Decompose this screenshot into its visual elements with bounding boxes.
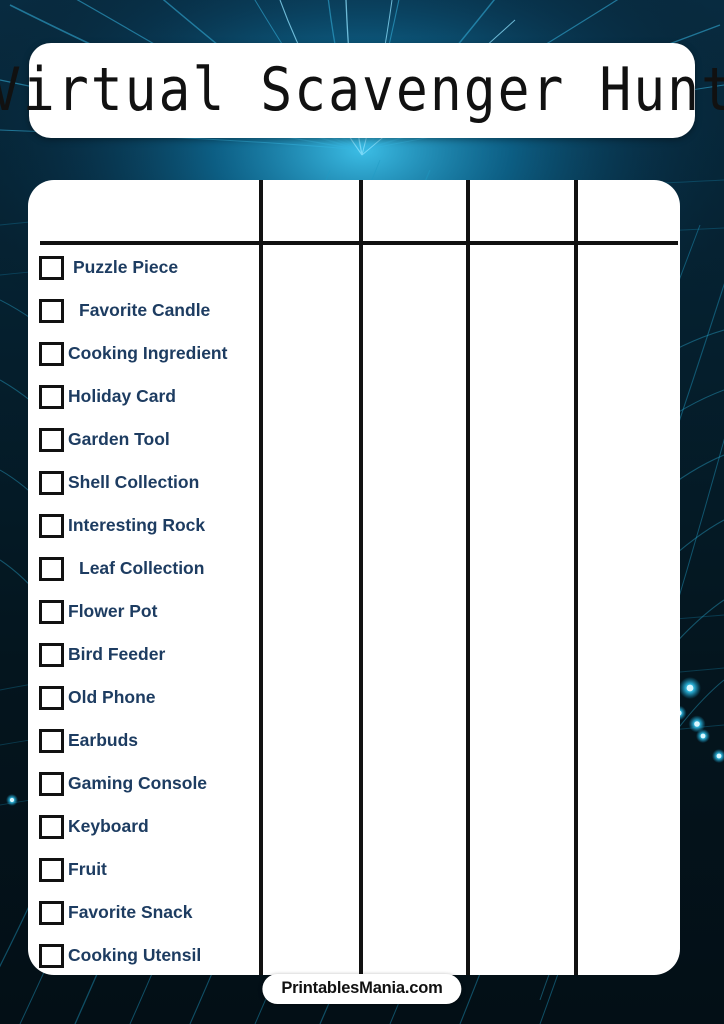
checkbox-icon[interactable] <box>39 298 64 323</box>
checkbox-icon[interactable] <box>39 857 64 882</box>
site-credit-badge[interactable]: PrintablesMania.com <box>262 974 462 1004</box>
column-divider-3 <box>466 180 470 975</box>
list-item-label: Keyboard <box>68 815 149 836</box>
checkbox-icon[interactable] <box>39 470 64 495</box>
list-item-label: Bird Feeder <box>68 643 166 664</box>
checklist-items: Puzzle Piece Favorite Candle Cooking Ingre… <box>28 246 258 975</box>
list-item-label: Gaming Console <box>68 772 208 793</box>
checkbox-icon[interactable] <box>39 900 64 925</box>
checkbox-icon[interactable] <box>39 556 64 581</box>
list-item[interactable]: Earbuds <box>28 719 258 762</box>
column-divider-2 <box>359 180 363 975</box>
list-item-label: Shell Collection <box>68 471 200 492</box>
checkbox-icon[interactable] <box>39 255 64 280</box>
list-item[interactable]: Old Phone <box>28 676 258 719</box>
checkbox-icon[interactable] <box>39 642 64 667</box>
checkbox-icon[interactable] <box>39 771 64 796</box>
list-item[interactable]: Shell Collection <box>28 461 258 504</box>
site-credit-label: PrintablesMania.com <box>281 979 443 997</box>
checklist-sheet: Puzzle Piece Favorite Candle Cooking Ingre… <box>28 180 680 975</box>
list-item-label: Holiday Card <box>68 385 176 406</box>
list-item-label: Favorite Candle <box>79 299 211 320</box>
list-item-label: Old Phone <box>68 686 156 707</box>
list-item-label: Leaf Collection <box>79 557 205 578</box>
column-divider-1 <box>259 180 263 975</box>
list-item[interactable]: Leaf Collection <box>28 547 258 590</box>
list-item[interactable]: Gaming Console <box>28 762 258 805</box>
list-item-label: Fruit <box>68 858 107 879</box>
checkbox-icon[interactable] <box>39 814 64 839</box>
checkbox-icon[interactable] <box>39 685 64 710</box>
column-divider-4 <box>574 180 578 975</box>
checkbox-icon[interactable] <box>39 943 64 968</box>
list-item[interactable]: Keyboard <box>28 805 258 848</box>
list-item-label: Cooking Ingredient <box>68 342 228 363</box>
list-item-label: Puzzle Piece <box>73 256 179 277</box>
checkbox-icon[interactable] <box>39 599 64 624</box>
page-title-card: Virtual Scavenger Hunt <box>0 43 724 138</box>
list-item-label: Earbuds <box>68 729 139 750</box>
list-item[interactable]: Favorite Snack <box>28 891 258 934</box>
page-title: Virtual Scavenger Hunt <box>0 56 724 125</box>
list-item-label: Favorite Snack <box>68 901 193 922</box>
list-item-label: Cooking Utensil <box>68 944 202 965</box>
list-item[interactable]: Cooking Utensil <box>28 934 258 975</box>
list-item[interactable]: Fruit <box>28 848 258 891</box>
checkbox-icon[interactable] <box>39 728 64 753</box>
checkbox-icon[interactable] <box>39 341 64 366</box>
list-item-label: Garden Tool <box>68 428 170 449</box>
list-item[interactable]: Puzzle Piece <box>28 246 258 289</box>
checkbox-icon[interactable] <box>39 513 64 538</box>
list-item[interactable]: Cooking Ingredient <box>28 332 258 375</box>
list-item[interactable]: Bird Feeder <box>28 633 258 676</box>
list-item[interactable]: Flower Pot <box>28 590 258 633</box>
list-item-label: Interesting Rock <box>68 514 206 535</box>
list-item[interactable]: Holiday Card <box>28 375 258 418</box>
printable-worksheet-page: Virtual Scavenger Hunt Puzzle Piece Favor… <box>0 0 724 1024</box>
list-item-label: Flower Pot <box>68 600 158 621</box>
checkbox-icon[interactable] <box>39 427 64 452</box>
list-item[interactable]: Garden Tool <box>28 418 258 461</box>
list-item[interactable]: Favorite Candle <box>28 289 258 332</box>
list-item[interactable]: Interesting Rock <box>28 504 258 547</box>
checkbox-icon[interactable] <box>39 384 64 409</box>
